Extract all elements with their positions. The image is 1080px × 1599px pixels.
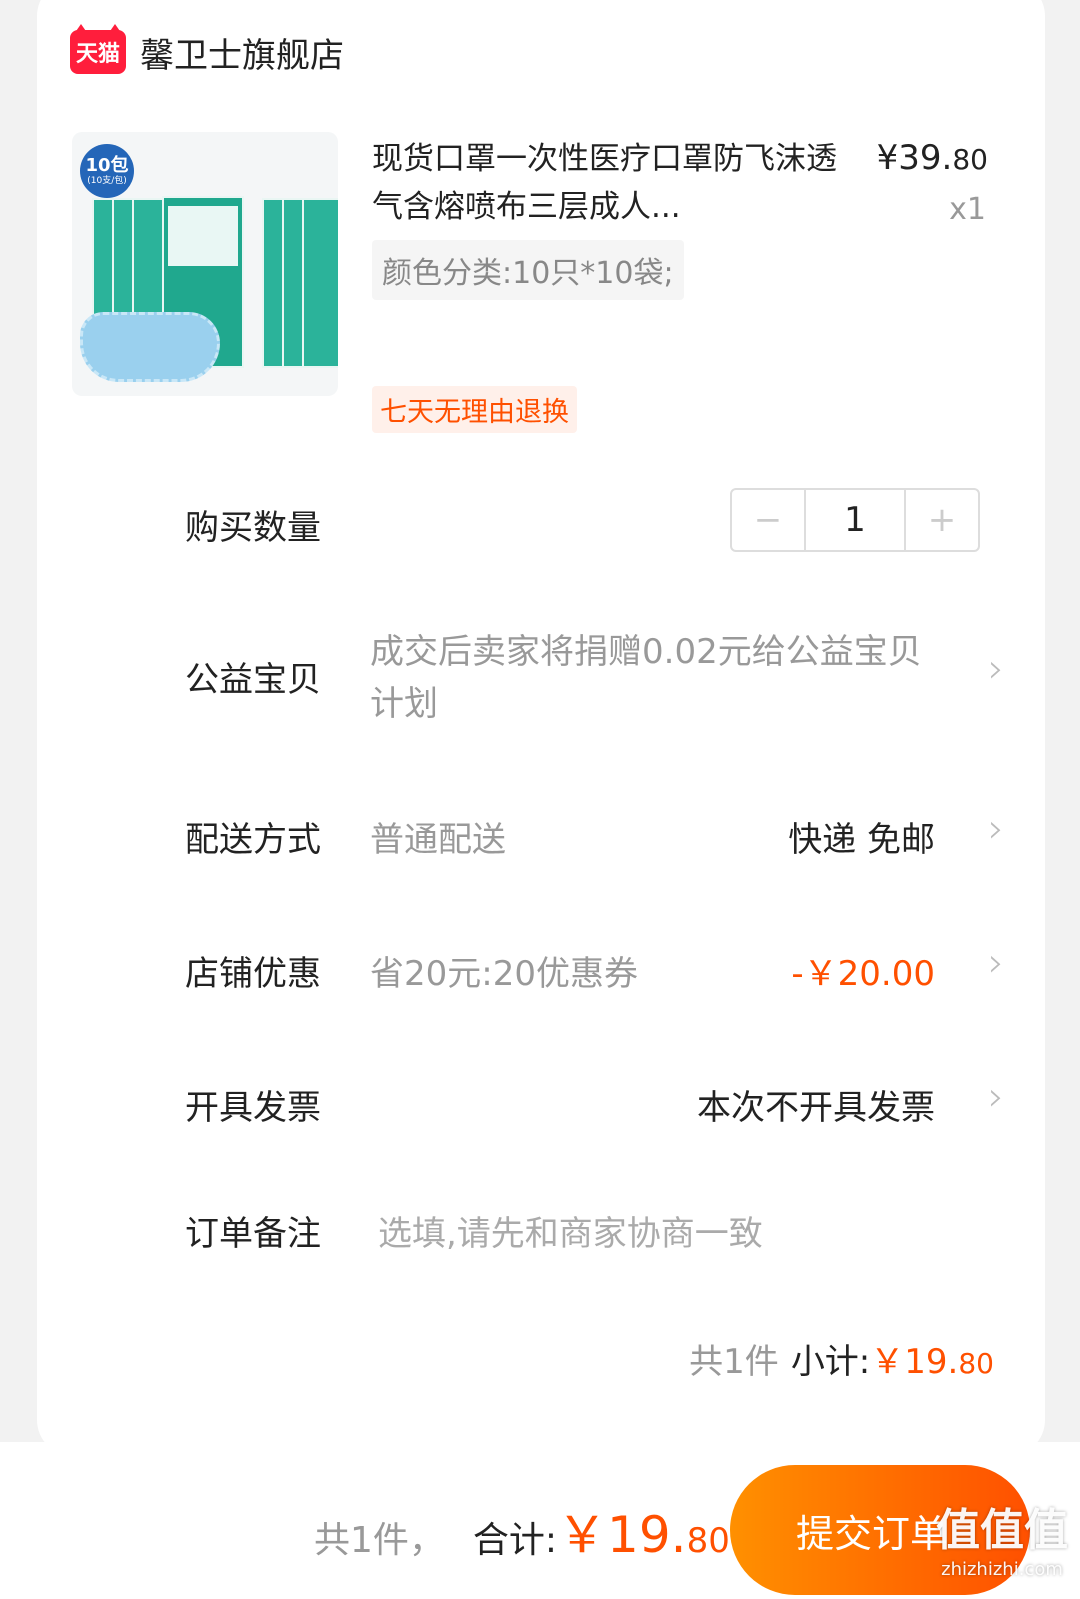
invoice-value[interactable]: 本次不开具发票 — [697, 1080, 935, 1129]
total-amount: ￥19.80 — [557, 1495, 730, 1567]
shipping-value[interactable]: 快递 免邮 — [788, 812, 935, 861]
quantity-label: 购买数量 — [185, 508, 321, 548]
subtotal-label: 小计: — [790, 1342, 871, 1382]
quantity-stepper[interactable]: − 1 + — [730, 488, 980, 552]
sku-tag: 颜色分类:10只*10袋; — [372, 240, 684, 300]
subtotal-amount-main: ￥19. — [870, 1342, 959, 1382]
discount-value[interactable]: -￥20.00 — [791, 946, 935, 995]
total-amount-cents: 80 — [686, 1521, 730, 1561]
total-label: 合计: — [472, 1520, 558, 1561]
invoice-label: 开具发票 — [185, 1088, 321, 1128]
subtotal: 共1件 小计: ￥19.80 — [689, 1334, 994, 1383]
subtotal-count: 共1件 — [689, 1342, 779, 1382]
product-price: ¥39.80 — [877, 138, 988, 178]
chevron-right-icon[interactable]: › — [988, 1074, 1004, 1120]
shipping-desc: 普通配送 — [370, 820, 506, 860]
increase-button[interactable]: + — [906, 490, 978, 550]
chevron-right-icon[interactable]: › — [988, 940, 1004, 986]
badge-main: 10包 — [85, 155, 129, 176]
note-label: 订单备注 — [185, 1214, 321, 1254]
product-image[interactable]: 10包 (10支/包) — [72, 132, 338, 396]
badge-sub: (10支/包) — [87, 176, 127, 186]
price-cents: 80 — [952, 143, 988, 176]
discount-desc: 省20元:20优惠券 — [370, 954, 638, 994]
return-policy-badge: 七天无理由退换 — [372, 386, 577, 433]
pack-count-badge: 10包 (10支/包) — [80, 144, 134, 198]
product-title[interactable]: 现货口罩一次性医疗口罩防飞沫透气含熔喷布三层成人... — [372, 135, 842, 231]
quantity-value[interactable]: 1 — [804, 490, 906, 550]
shop-header[interactable]: 天猫 馨卫士旗舰店 — [70, 24, 344, 77]
decrease-button[interactable]: − — [732, 490, 804, 550]
charity-desc[interactable]: 成交后卖家将捐赠0.02元给公益宝贝计划 — [370, 626, 930, 730]
note-input[interactable]: 选填,请先和商家协商一致 — [378, 1206, 763, 1255]
shipping-label: 配送方式 — [185, 820, 321, 860]
chevron-right-icon[interactable]: › — [988, 806, 1004, 852]
total-count: 共1件， — [314, 1520, 445, 1561]
total-amount-main: ￥19. — [557, 1506, 687, 1564]
mask-icon — [80, 312, 220, 382]
subtotal-amount-cents: 80 — [958, 1347, 994, 1380]
chevron-right-icon[interactable]: › — [988, 646, 1004, 692]
discount-label: 店铺优惠 — [185, 954, 321, 994]
watermark-logo: 值值值 — [936, 1505, 1068, 1556]
price-main: ¥39. — [876, 138, 953, 178]
total-line: 共1件， 合计: ￥19.80 — [314, 1495, 730, 1567]
watermark-url: zhizhizhi.com — [941, 1559, 1063, 1580]
mask-pack — [302, 198, 338, 368]
watermark: 值值值 zhizhizhi.com — [932, 1503, 1072, 1593]
shop-name[interactable]: 馨卫士旗舰店 — [140, 28, 344, 77]
product-quantity: x1 — [949, 192, 986, 227]
subtotal-amount: ￥19.80 — [870, 1334, 994, 1383]
tmall-logo: 天猫 — [70, 24, 126, 74]
charity-label: 公益宝贝 — [185, 660, 321, 700]
